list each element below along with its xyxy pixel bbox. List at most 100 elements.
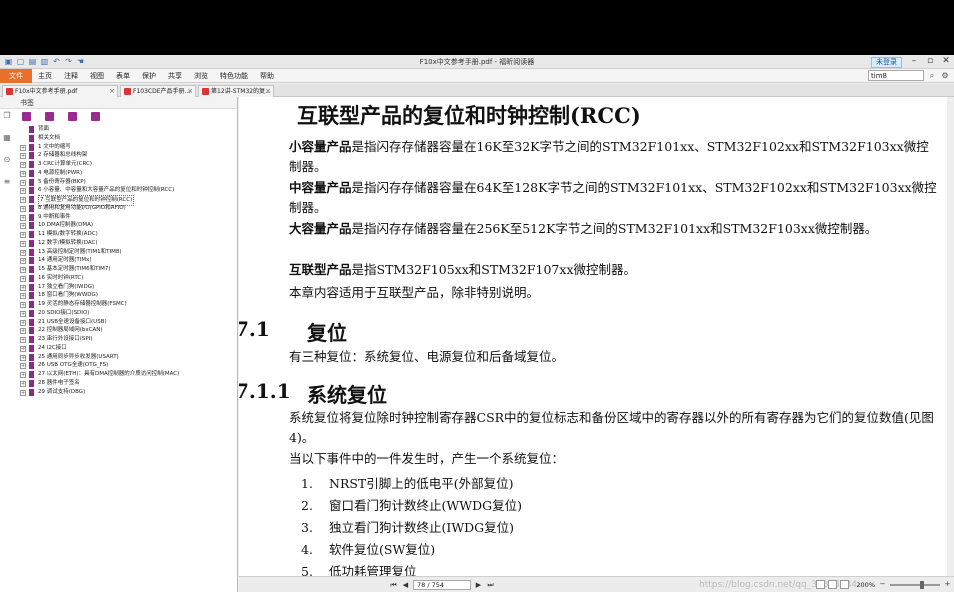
zoom-slider[interactable] (890, 580, 940, 589)
expand-icon[interactable]: + (20, 275, 26, 282)
menu-item[interactable]: 注释 (64, 69, 78, 83)
expand-icon[interactable]: + (20, 205, 26, 212)
bookmark-item[interactable]: +29 调试支持(DBG) (20, 388, 235, 397)
expand-icon[interactable]: + (20, 214, 26, 221)
menu-item[interactable]: 特色功能 (220, 69, 248, 83)
bookmark-item[interactable]: +15 基本定时器(TIM6和TIM7) (20, 265, 235, 274)
expand-icon[interactable]: + (20, 170, 26, 177)
bookmark-item[interactable]: +6 小容量、中容量和大容量产品的复位和时钟控制(RCC) (20, 186, 235, 195)
bookmark-item[interactable]: +10 DMA控制器(DMA) (20, 221, 235, 230)
next-page-icon[interactable]: ▶ (474, 581, 483, 590)
bookmark-item[interactable]: +11 模拟/数字转换(ADC) (20, 230, 235, 239)
bookmark-search-icon[interactable] (91, 112, 100, 121)
expand-icon[interactable]: + (20, 380, 26, 387)
expand-icon[interactable]: + (20, 293, 26, 300)
zoom-level[interactable]: 200% (856, 581, 875, 589)
bookmark-item[interactable]: +21 USB全速设备接口(USB) (20, 318, 235, 327)
menu-item[interactable]: 表单 (116, 69, 130, 83)
continuous-view-button[interactable] (828, 580, 838, 589)
expand-icon[interactable]: + (20, 302, 26, 308)
prev-page-icon[interactable]: ◀ (401, 581, 410, 590)
bookmark-icon[interactable]: ❐ (2, 111, 12, 121)
document-view[interactable]: 互联型产品的复位和时钟控制(RCC) 小容量产品是指闪存存储器容量在16K至32… (239, 97, 954, 576)
bookmark-item[interactable]: +4 电源控制(PWR) (20, 169, 235, 178)
expand-icon[interactable]: + (20, 232, 26, 238)
bookmark-item[interactable]: +25 通用同步异步收发器(USART) (20, 353, 235, 362)
bookmark-item[interactable]: 背面 (20, 125, 235, 134)
expand-icon[interactable]: + (20, 144, 26, 151)
expand-icon[interactable]: + (20, 345, 26, 352)
bookmark-item[interactable]: +28 器件电子签名 (20, 379, 235, 388)
facing-view-button[interactable] (840, 580, 850, 589)
zoom-slider-knob[interactable] (920, 580, 924, 589)
bookmark-item[interactable]: +20 SDIO接口(SDIO) (20, 309, 235, 318)
expand-icon[interactable]: + (20, 258, 26, 265)
bookmark-item[interactable]: 相关文档 (20, 134, 235, 143)
bookmark-expand-icon[interactable] (68, 112, 77, 121)
expand-icon[interactable]: + (20, 197, 26, 203)
last-page-icon[interactable]: ⏭ (486, 581, 495, 590)
zoom-in-icon[interactable]: + (943, 580, 952, 589)
bookmark-item[interactable]: +23 串行外设接口(SPI) (20, 335, 235, 344)
expand-icon[interactable]: + (20, 319, 26, 326)
expand-icon[interactable]: + (20, 310, 26, 317)
close-tab-icon[interactable]: × (187, 86, 193, 97)
single-page-view-button[interactable] (816, 580, 826, 589)
settings-icon[interactable]: ⚙ (940, 71, 950, 80)
login-button[interactable]: 未登录 (871, 56, 902, 68)
bookmark-item[interactable]: +3 CRC计算单元(CRC) (20, 160, 235, 169)
bookmark-item[interactable]: +2 存储器和总线构架 (20, 151, 235, 160)
bookmark-delete-icon[interactable] (45, 112, 54, 121)
menu-item[interactable]: 帮助 (260, 69, 274, 83)
zoom-out-icon[interactable]: − (878, 580, 887, 589)
bookmark-item[interactable]: +14 通用定时器(TIMx) (20, 256, 235, 265)
bookmark-item[interactable]: +16 实时时钟(RTC) (20, 274, 235, 283)
expand-icon[interactable]: + (20, 179, 26, 186)
bookmark-item[interactable]: +22 控制器局域网(bxCAN) (20, 326, 235, 335)
close-icon[interactable]: ✕ (938, 55, 954, 69)
expand-icon[interactable]: + (20, 162, 26, 168)
bookmark-item[interactable]: +26 USB OTG全速(OTG_FS) (20, 361, 235, 370)
restore-icon[interactable]: ▫ (922, 55, 938, 69)
close-tab-icon[interactable]: × (265, 86, 271, 97)
search-icon[interactable]: ⌕ (927, 71, 937, 81)
bookmark-item[interactable]: +12 数字/模拟转换(DAC) (20, 239, 235, 248)
vertical-scrollbar[interactable] (947, 97, 954, 576)
bookmark-item[interactable]: +13 高级控制定时器(TIM1和TIM8) (20, 248, 235, 257)
menu-item[interactable]: 保护 (142, 69, 156, 83)
expand-icon[interactable]: + (20, 223, 26, 230)
bookmark-item[interactable]: +17 独立看门狗(IWDG) (20, 283, 235, 292)
menu-item[interactable]: 主页 (38, 69, 52, 83)
document-tab[interactable]: 第12讲-STM32的复... × (198, 85, 274, 97)
expand-icon[interactable]: + (20, 249, 26, 256)
close-tab-icon[interactable]: × (109, 86, 115, 97)
menu-item[interactable]: 共享 (168, 69, 182, 83)
thumbnail-icon[interactable]: ▦ (2, 133, 12, 143)
expand-icon[interactable]: + (20, 389, 26, 396)
bookmark-item[interactable]: +5 备份寄存器(BKP) (20, 178, 235, 187)
expand-icon[interactable]: + (20, 153, 26, 160)
expand-icon[interactable]: + (20, 284, 26, 291)
search-input[interactable] (868, 70, 924, 81)
bookmark-item[interactable]: +19 灵活的静态存储器控制器(FSMC) (20, 300, 235, 309)
bookmark-item[interactable]: +8 通用和复用功能I/O(GPIO和AFIO) (20, 204, 235, 213)
first-page-icon[interactable]: ⏮ (389, 581, 398, 590)
bookmark-item[interactable]: +9 中断和事件 (20, 213, 235, 222)
bookmark-add-icon[interactable] (22, 112, 31, 121)
expand-icon[interactable]: + (20, 240, 26, 247)
bookmark-item[interactable]: +1 文中的缩写 (20, 143, 235, 152)
bookmark-item[interactable]: +18 窗口看门狗(WWDG) (20, 291, 235, 300)
page-number-field[interactable]: 78 / 754 (413, 580, 471, 590)
layers-icon[interactable]: ≡ (2, 177, 12, 187)
menu-item[interactable]: 浏览 (194, 69, 208, 83)
expand-icon[interactable]: + (20, 328, 26, 335)
expand-icon[interactable]: + (20, 337, 26, 343)
minimize-icon[interactable]: – (906, 55, 922, 69)
menu-file[interactable]: 文件 (0, 69, 32, 83)
expand-icon[interactable]: + (20, 267, 26, 273)
bookmark-item[interactable]: +27 以太网(ETH)：具有DMA控制器的介质访问控制(MAC) (20, 370, 235, 379)
expand-icon[interactable]: + (20, 188, 26, 195)
expand-icon[interactable]: + (20, 354, 26, 361)
bookmark-item[interactable]: +24 I2C接口 (20, 344, 235, 353)
menu-item[interactable]: 视图 (90, 69, 104, 83)
